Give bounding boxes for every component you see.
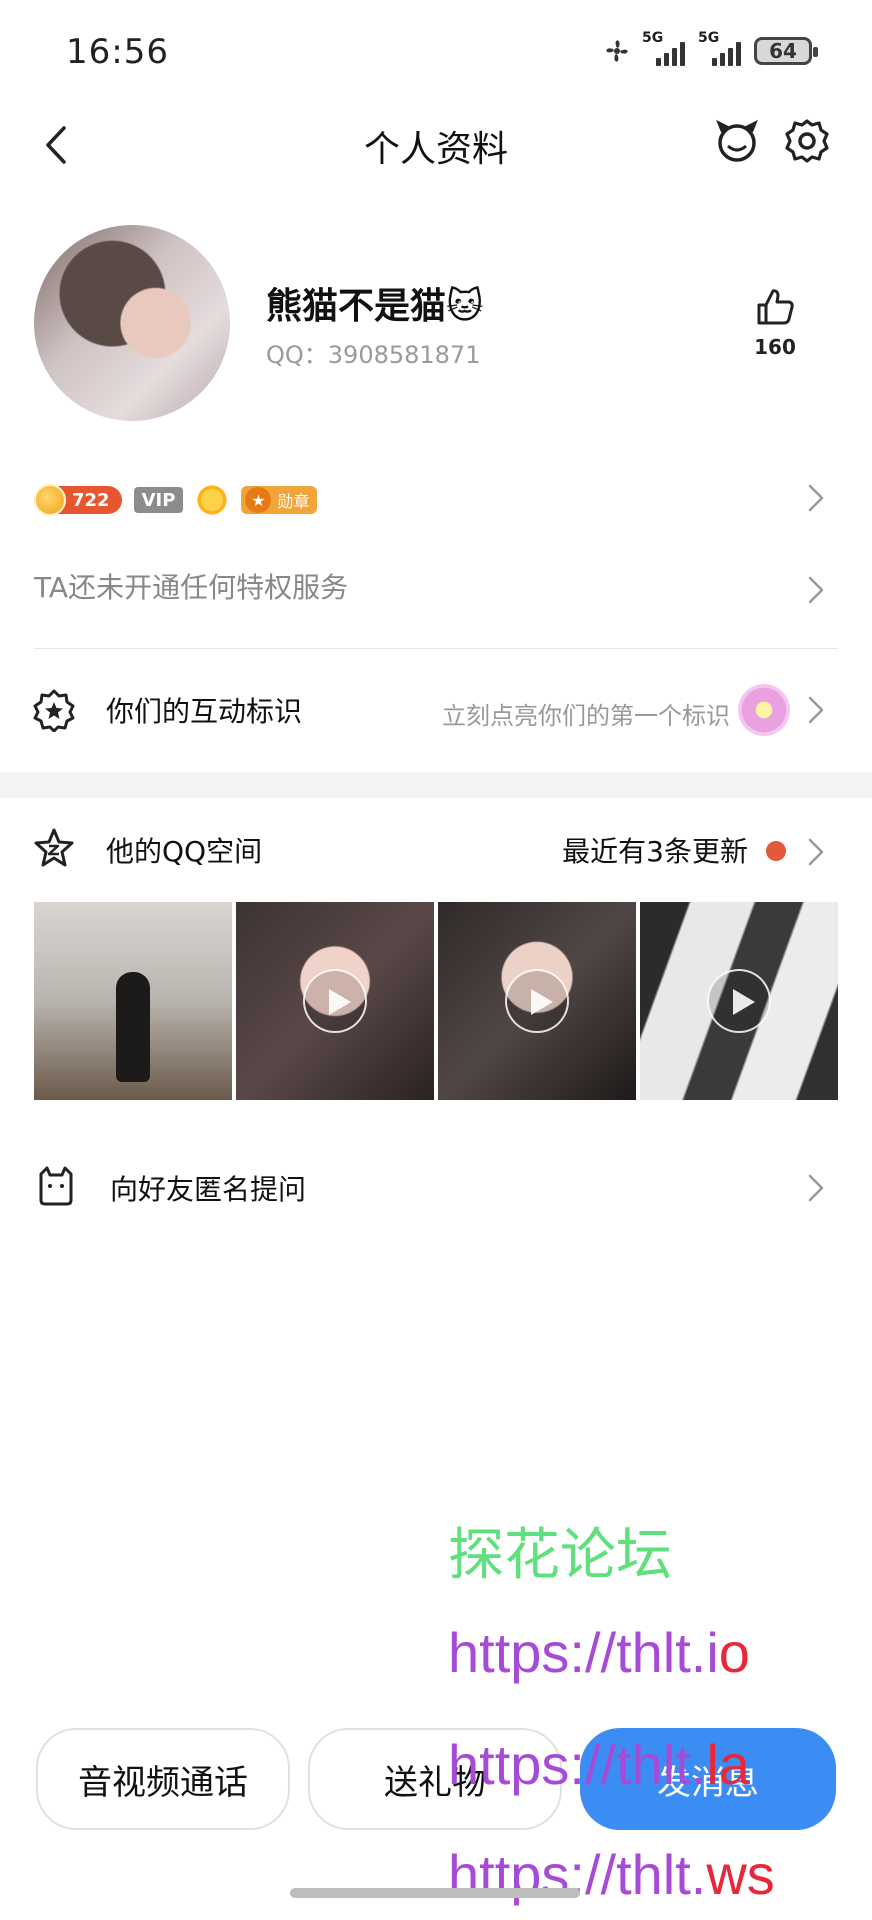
badge-star-icon [33, 689, 75, 732]
qzone-update-text[interactable]: 最近有3条更新 [562, 830, 748, 870]
play-icon [505, 969, 569, 1033]
pet-icon[interactable] [712, 116, 762, 166]
watermark-url-part: ws [706, 1843, 775, 1906]
chevron-right-icon[interactable] [804, 572, 828, 608]
section-divider [0, 772, 872, 798]
update-dot [766, 841, 786, 861]
chevron-right-icon[interactable] [804, 480, 828, 516]
profile-header: 熊猫不是猫🐱 QQ：3908581871 160 [0, 225, 872, 425]
avatar[interactable] [34, 225, 230, 421]
play-icon [707, 969, 771, 1033]
play-icon [303, 969, 367, 1033]
watermark-text: 探花论坛 [448, 1523, 672, 1586]
qzone-star-icon [34, 828, 74, 867]
qq-number: QQ：3908581871 [266, 341, 481, 369]
battery-level: 64 [769, 39, 797, 63]
qzone-video[interactable] [438, 902, 636, 1100]
nav-bar: 个人资料 [0, 110, 872, 180]
fan-icon [606, 40, 628, 62]
cat-box-icon [39, 1166, 73, 1206]
chevron-right-icon[interactable] [804, 1170, 828, 1206]
divider [34, 648, 838, 649]
interaction-title[interactable]: 你们的互动标识 [106, 690, 302, 730]
chevron-right-icon[interactable] [804, 834, 828, 870]
watermark-url-part: https://thlt. [448, 1733, 707, 1796]
nickname: 熊猫不是猫🐱 [266, 286, 484, 327]
watermark-url-part: la [706, 1733, 750, 1796]
home-indicator[interactable] [290, 1888, 580, 1898]
like-count: 160 [754, 335, 796, 359]
vip-badge: VIP [133, 487, 184, 513]
signal-5g-icon: 5G [642, 30, 688, 66]
battery-icon: 64 [754, 37, 818, 65]
thumbs-up-icon [757, 289, 794, 325]
level-value: 722 [72, 489, 110, 511]
status-bar: 16:56 5G 5G 64 [0, 0, 872, 110]
status-time: 16:56 [66, 32, 169, 72]
av-call-button[interactable]: 音视频通话 [36, 1728, 290, 1830]
watermark-url-part: o [718, 1621, 750, 1684]
signal-2-label: 5G [698, 30, 720, 46]
flower-icon[interactable] [738, 684, 790, 736]
star-icon: ★ [245, 487, 272, 513]
medal-badge: ★ 勋章 [241, 486, 318, 514]
qzone-video[interactable] [640, 902, 838, 1100]
signal-1-label: 5G [642, 30, 664, 46]
sun-icon [195, 483, 230, 517]
gear-icon[interactable] [782, 116, 832, 166]
anonymous-ask-title[interactable]: 向好友匿名提问 [110, 1168, 306, 1208]
interaction-hint[interactable]: 立刻点亮你们的第一个标识 [442, 696, 730, 731]
privilege-text[interactable]: TA还未开通任何特权服务 [34, 566, 348, 606]
watermark-url: https://thlt.la [448, 1732, 750, 1797]
qzone-video[interactable] [236, 902, 434, 1100]
coin-icon [34, 484, 66, 516]
medal-label: 勋章 [277, 492, 310, 511]
chevron-right-icon[interactable] [804, 692, 828, 728]
signal-5g-icon: 5G [698, 30, 744, 66]
level-badge: 722 [34, 484, 122, 516]
qzone-photo[interactable] [34, 902, 232, 1100]
like-button[interactable]: 160 [750, 285, 800, 359]
status-icons: 5G 5G 64 [602, 30, 818, 66]
qzone-title[interactable]: 他的QQ空间 [106, 830, 262, 870]
badges-row[interactable]: 722 VIP ★ 勋章 [34, 478, 318, 522]
watermark-url-part: https://thlt.i [448, 1621, 719, 1684]
watermark-url: https://thlt.io [448, 1620, 750, 1685]
qzone-photos [34, 902, 838, 1100]
